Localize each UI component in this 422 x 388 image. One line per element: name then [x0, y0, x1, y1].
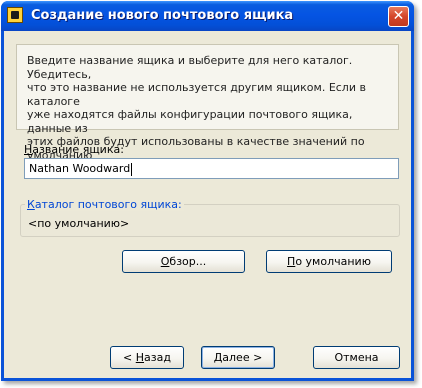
catalog-label-text: аталог почтового ящика: [34, 198, 182, 211]
use-default-button[interactable]: По умолчанию [266, 250, 392, 273]
window-title: Создание нового почтового ящика [31, 8, 294, 23]
close-button[interactable]: ✕ [388, 6, 409, 27]
cancel-label: Отмена [334, 351, 379, 364]
back-prefix: < [123, 351, 136, 364]
mailbox-name-label: Название ящика: [24, 143, 124, 156]
next-mnemonic: Д [213, 351, 223, 364]
browse-label: бзор... [169, 255, 207, 268]
mailbox-name-label-text: азвание ящика: [32, 143, 124, 156]
next-label: алее > [222, 351, 263, 364]
mailbox-name-input[interactable]: Nathan Woodward [24, 158, 399, 179]
catalog-path-value: <по умолчанию> [28, 217, 130, 230]
catalog-label: Каталог почтового ящика: [25, 198, 184, 211]
next-button[interactable]: Далее > [201, 346, 275, 369]
app-icon [7, 7, 23, 23]
use-default-label: о умолчанию [295, 255, 371, 268]
dialog-window: Создание нового почтового ящика ✕ Введит… [1, 1, 414, 381]
title-bar[interactable]: Создание нового почтового ящика ✕ [1, 1, 414, 31]
back-label: азад [144, 351, 171, 364]
dialog-body: Введите название ящика и выберите для не… [4, 31, 411, 378]
instructions-text: Введите название ящика и выберите для не… [16, 44, 399, 175]
catalog-label-mnemonic: К [27, 198, 35, 211]
close-icon: ✕ [392, 8, 405, 24]
browse-button[interactable]: Обзор... [122, 250, 245, 273]
mailbox-name-value: Nathan Woodward [29, 162, 131, 175]
text-caret [131, 162, 133, 176]
cancel-button[interactable]: Отмена [313, 346, 400, 369]
back-button[interactable]: < Назад [110, 346, 184, 369]
back-mnemonic: Н [135, 351, 145, 364]
